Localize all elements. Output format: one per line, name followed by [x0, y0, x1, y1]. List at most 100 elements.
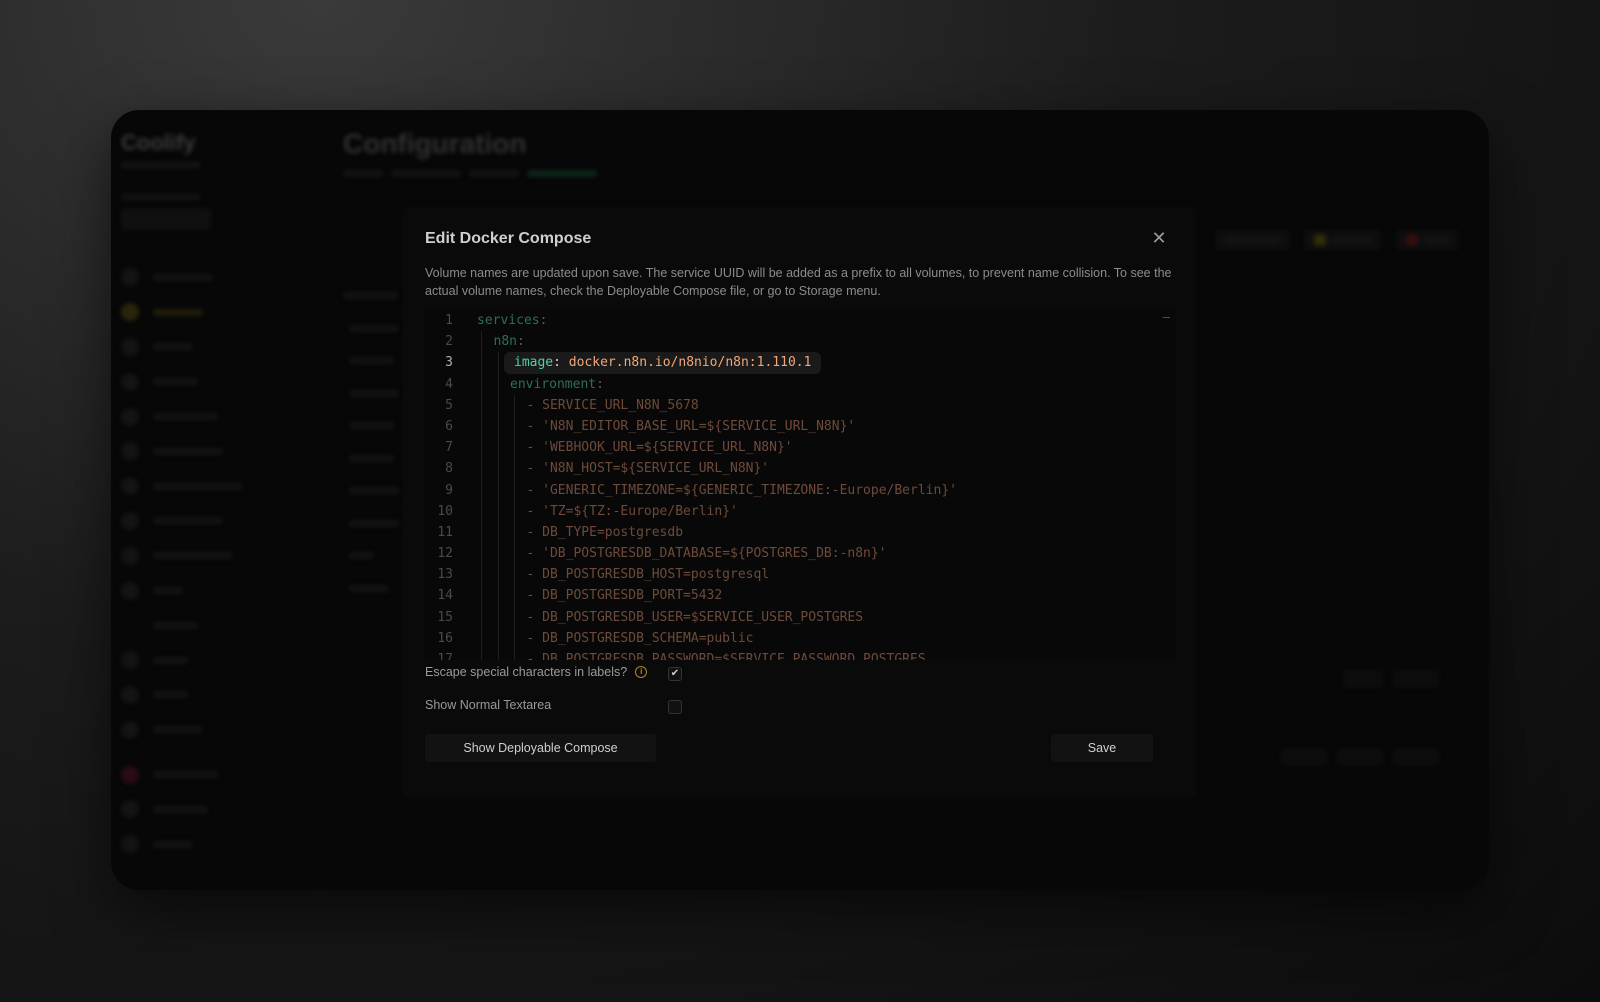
sidebar-item[interactable]: [121, 792, 321, 827]
yaml-value: 'GENERIC_TIMEZONE=${GENERIC_TIMEZONE:-Eu…: [542, 482, 957, 498]
sidebar-item[interactable]: [121, 538, 321, 573]
sidebar-item-active[interactable]: [121, 295, 321, 330]
code-line: 9 - 'GENERIC_TIMEZONE=${GENERIC_TIMEZONE:…: [425, 479, 1176, 501]
restart-button[interactable]: [1304, 230, 1382, 250]
indent-guide: [497, 521, 499, 544]
sidebar-item[interactable]: [121, 827, 321, 862]
yaml-value: 'N8N_HOST=${SERVICE_URL_N8N}': [542, 461, 770, 477]
close-icon[interactable]: ✕: [1150, 229, 1168, 247]
indent-guide: [514, 437, 515, 459]
sidebar-item[interactable]: [121, 643, 321, 678]
code-text: - DB_POSTGRESDB_PASSWORD=$SERVICE_PASSWO…: [527, 649, 926, 660]
sidebar-item[interactable]: [121, 678, 321, 713]
edit-compose-modal: Edit Docker Compose ✕ Volume names are u…: [403, 207, 1196, 797]
line-number: 1: [445, 313, 453, 328]
indent-guide: [514, 458, 515, 480]
code-text: - SERVICE_URL_N8N_5678: [527, 395, 699, 416]
nav-icon: [121, 651, 139, 670]
indent-guide: [497, 415, 499, 438]
code-text: - 'DB_POSTGRESDB_DATABASE=${POSTGRES_DB:…: [527, 543, 887, 564]
indent-guide: [481, 606, 482, 628]
yaml-list-dash: -: [526, 418, 543, 434]
sidebar-item[interactable]: [121, 757, 321, 792]
yaml-value: 'WEBHOOK_URL=${SERVICE_URL_N8N}': [542, 440, 793, 456]
save-button[interactable]: Save: [1051, 734, 1153, 762]
page-title: Configuration: [343, 128, 527, 159]
indent-guide: [481, 479, 482, 501]
indent-guide: [497, 458, 499, 480]
code-line: 1 services:: [425, 310, 1176, 331]
code-text: - 'TZ=${TZ:-Europe/Berlin}': [527, 501, 738, 522]
team-select[interactable]: [121, 208, 211, 230]
nav-icon: [121, 685, 139, 704]
nav-icon: [121, 442, 139, 461]
modal-title: Edit Docker Compose: [425, 230, 592, 247]
line-number: 8: [445, 461, 453, 477]
escape-checkbox[interactable]: ✔: [668, 667, 682, 681]
escape-label: Escape special characters in labels?: [425, 665, 628, 679]
sidebar-item[interactable]: [121, 469, 321, 504]
indent-guide: [497, 500, 499, 522]
sub-nav: [343, 290, 399, 615]
code-lines: 1 services: 2 n8n: 3 image: docker.n8n.io/n8n…: [425, 310, 1176, 660]
indent-guide: [481, 331, 482, 353]
header-link[interactable]: [1215, 230, 1290, 250]
check-icon: ✔: [670, 668, 680, 679]
modal-description: Volume names are updated upon save. The …: [425, 266, 1172, 298]
sidebar: Coolify: [111, 110, 321, 854]
sidebar-item[interactable]: [121, 608, 321, 643]
yaml-list-dash: -: [526, 461, 543, 477]
line-number: 7: [445, 440, 453, 456]
yaml-key: image: [514, 355, 554, 371]
sidebar-item[interactable]: [121, 399, 321, 434]
indent-guide: [514, 521, 515, 544]
stop-button[interactable]: [1396, 230, 1459, 250]
breadcrumb: [343, 170, 597, 177]
yaml-value: SERVICE_URL_N8N_5678: [542, 397, 699, 413]
code-text: - DB_POSTGRESDB_HOST=postgresql: [527, 564, 770, 585]
indent-guide: [481, 458, 482, 480]
yaml-value: docker.n8n.io/n8nio/n8n:1.110.1: [568, 355, 812, 371]
indent-guide: [481, 543, 482, 565]
nav-icon: [121, 546, 139, 565]
yaml-list-dash: -: [526, 609, 543, 625]
line-number: 12: [437, 546, 453, 562]
sidebar-item[interactable]: [121, 573, 321, 608]
code-text: image: docker.n8n.io/n8nio/n8n:1.110.1: [504, 352, 822, 374]
code-text: n8n:: [494, 331, 525, 352]
indent-guide: [481, 415, 482, 438]
line-number: 10: [437, 503, 453, 519]
code-text: - 'N8N_EDITOR_BASE_URL=${SERVICE_URL_N8N…: [527, 416, 856, 437]
indent-guide: [497, 352, 499, 374]
textarea-checkbox[interactable]: [668, 700, 682, 714]
indent-guide: [497, 649, 499, 660]
sidebar-item[interactable]: [121, 504, 321, 539]
sidebar-item[interactable]: [121, 364, 321, 399]
app-logo: Coolify: [121, 130, 196, 155]
yaml-key: services: [477, 313, 540, 328]
nav-icon: [121, 303, 139, 322]
nav-icon: [121, 337, 139, 356]
yaml-value: 'N8N_EDITOR_BASE_URL=${SERVICE_URL_N8N}': [542, 418, 856, 434]
code-line: 7 - 'WEBHOOK_URL=${SERVICE_URL_N8N}': [425, 437, 1176, 459]
sidebar-item[interactable]: [121, 260, 321, 295]
code-line: 13 - DB_POSTGRESDB_HOST=postgresql: [425, 564, 1176, 586]
indent-guide: [481, 437, 482, 459]
yaml-key: environment: [510, 376, 597, 392]
yaml-value: DB_POSTGRESDB_PASSWORD=$SERVICE_PASSWORD…: [542, 652, 926, 660]
indent-guide: [481, 564, 482, 586]
indent-guide: [514, 606, 515, 628]
show-deployable-compose-button[interactable]: Show Deployable Compose: [425, 734, 656, 762]
code-text: services:: [477, 310, 547, 331]
sidebar-item[interactable]: [121, 712, 321, 747]
sidebar-item[interactable]: [121, 330, 321, 365]
yaml-value: DB_POSTGRESDB_USER=$SERVICE_USER_POSTGRE…: [542, 609, 864, 625]
indent-guide: [481, 649, 482, 660]
yaml-value: DB_POSTGRESDB_PORT=5432: [542, 588, 723, 604]
code-editor[interactable]: — 1 services: 2 n8n: 3 image: docker.n8n.io/n…: [425, 310, 1176, 660]
info-icon[interactable]: i: [635, 666, 648, 678]
yaml-list-dash: -: [526, 630, 543, 646]
sidebar-item[interactable]: [121, 434, 321, 469]
line-number: 5: [445, 397, 453, 413]
yaml-list-dash: -: [526, 397, 543, 413]
